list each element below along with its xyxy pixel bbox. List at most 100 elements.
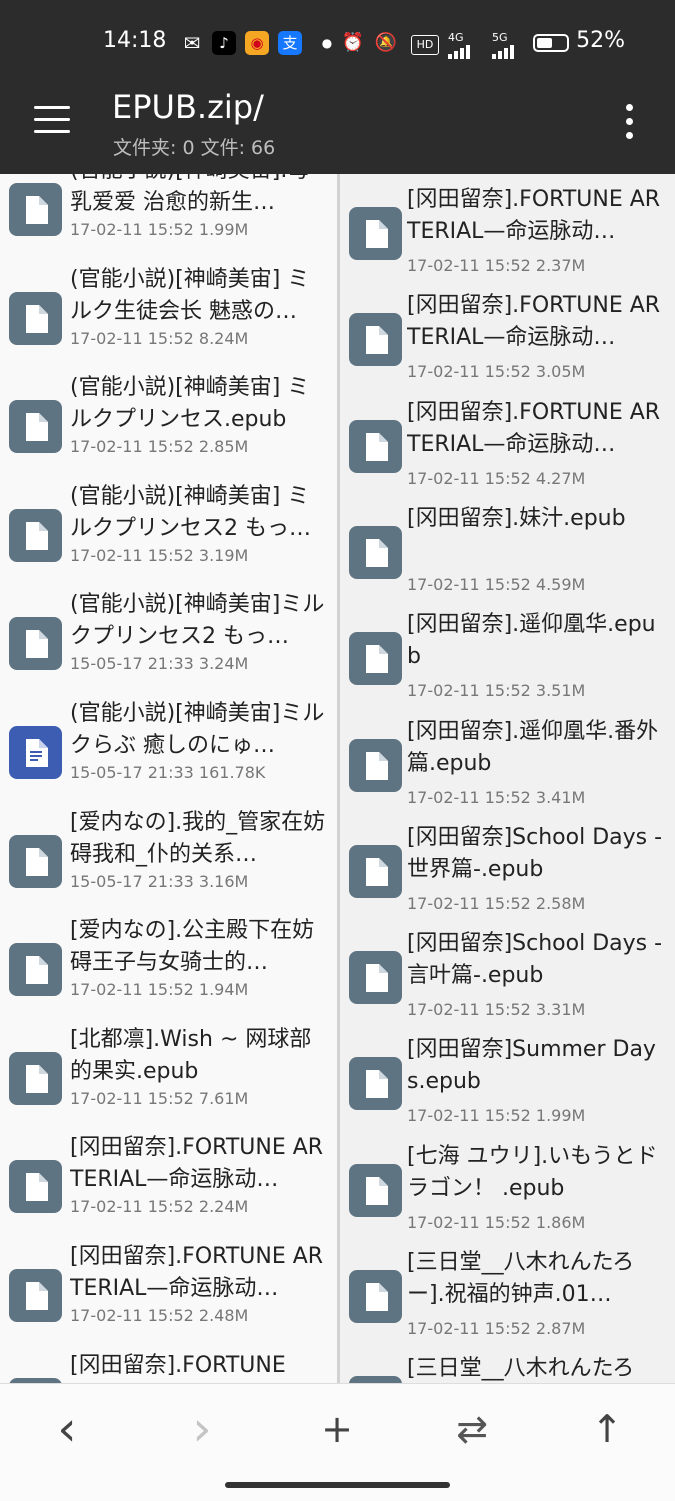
- file-item[interactable]: [冈田留奈].FORTUNE ARTERIAL—命运脉动… 17-02-11 15…: [340, 186, 675, 292]
- file-item[interactable]: [冈田留奈].遥仰凰华.epub 17-02-11 15:52 3.51M: [340, 611, 675, 717]
- file-meta: 17-02-11 15:52 3.31M: [407, 1000, 586, 1020]
- chevron-right-icon: ›: [192, 1401, 212, 1457]
- status-time: 14:18: [103, 28, 167, 53]
- file-icon: [349, 419, 402, 473]
- file-item[interactable]: [冈田留奈]Summer Days.epub 17-02-11 15:52 1.9…: [340, 1036, 675, 1142]
- file-item[interactable]: [爱内なの].公主殿下在妨碍王子与女骑士的… 17-02-11 15:52 1.9…: [0, 918, 337, 1028]
- file-meta: 15-05-17 21:33 3.24M: [70, 654, 249, 674]
- file-meta: 17-02-11 15:52 3.19M: [70, 545, 249, 565]
- file-meta: 17-02-11 15:52 2.37M: [407, 256, 586, 275]
- file-meta: 17-02-11 15:52 4.59M: [407, 574, 586, 594]
- more-options-button[interactable]: [620, 104, 640, 140]
- file-meta: 17-02-11 15:52 8.24M: [70, 328, 249, 348]
- file-icon: [349, 738, 402, 792]
- file-icon: [9, 183, 62, 236]
- back-button[interactable]: ‹: [37, 1404, 97, 1454]
- file-icon: [349, 525, 402, 579]
- file-icon: [9, 1269, 62, 1322]
- file-meta: 17-02-11 15:52 2.58M: [407, 893, 586, 913]
- file-item[interactable]: [北都凛].Wish ~ 网球部的果实.epub 17-02-11 15:52 7…: [0, 1027, 337, 1137]
- file-meta: 17-02-11 15:52 3.41M: [407, 787, 586, 807]
- file-item[interactable]: [三日堂__八木れんたろー].祝福的钟声.01… 17-02-11 15:52 2…: [340, 1249, 675, 1355]
- file-name: (官能小説)[神崎美宙] ミルク生徒会长 魅惑の…: [70, 266, 310, 324]
- file-item[interactable]: [冈田留奈].FORTUNE ARTERIAL—命运脉动… 17-02-11 15…: [340, 292, 675, 398]
- file-item[interactable]: [冈田留奈]School Days -言叶篇-.epub 17-02-11 15:…: [340, 930, 675, 1036]
- bottom-toolbar: ‹ › + ⇄ ↑: [0, 1383, 675, 1501]
- file-name: [冈田留奈].妹汁.epub: [407, 505, 626, 531]
- alipay-icon: 支: [278, 31, 302, 55]
- file-name: (官能小説)[神崎美宙]ミルクらぶ 癒しのにゅ…: [70, 701, 325, 758]
- forward-button[interactable]: ›: [172, 1404, 232, 1454]
- plus-icon: +: [321, 1407, 353, 1451]
- home-indicator[interactable]: [225, 1482, 450, 1488]
- file-icon: [9, 943, 62, 997]
- page-title: EPUB.zip/: [112, 88, 264, 126]
- file-item[interactable]: [冈田留奈].FORTUNE ARTERIAL—命运脉动… 17-02-11 15…: [0, 1244, 337, 1354]
- menu-button[interactable]: [34, 106, 70, 134]
- chevron-left-icon: ‹: [57, 1401, 77, 1457]
- file-icon: [9, 508, 62, 562]
- file-name: [冈田留奈].遥仰凰华.番外篇.epub: [407, 718, 659, 776]
- file-icon: [9, 834, 62, 888]
- file-name: [冈田留奈].FORTUNE: [70, 1352, 286, 1378]
- tiktok-icon: ♪: [212, 31, 236, 55]
- right-file-list[interactable]: [冈田留奈].FORTUNE ARTERIAL—命运脉动… 17-02-11 15…: [340, 174, 675, 1383]
- status-bar: 14:18 ✉ ♪ ◉ 支 ● ⏰ 🔕 HD 4G 5G 52%: [0, 22, 675, 64]
- file-name: [冈田留奈].FORTUNE ARTERIAL—命运脉动…: [70, 1135, 324, 1193]
- file-item[interactable]: [冈田留奈].FORTUNE ARTERIAL—命运脉动… 17-02-11 15…: [0, 1135, 337, 1245]
- file-meta: 17-02-11 15:52 7.61M: [70, 1088, 249, 1108]
- file-item[interactable]: [七海 ユウリ].いもうとドラゴン！ .epub 17-02-11 15:52 1…: [340, 1143, 675, 1249]
- file-icon: [349, 951, 402, 1005]
- file-icon: [9, 1160, 62, 1214]
- file-name: [爱内なの].公主殿下在妨碍王子与女骑士的…: [70, 918, 315, 976]
- file-name: [七海 ユウリ].いもうとドラゴン！ .epub: [407, 1143, 658, 1201]
- add-button[interactable]: +: [307, 1404, 367, 1454]
- alarm-icon: ⏰: [341, 32, 365, 53]
- file-item[interactable]: (官能小説)[神崎美宙].母乳爱爱 治愈的新生… 17-02-11 15:52 1…: [0, 174, 337, 268]
- up-button[interactable]: ↑: [577, 1404, 637, 1454]
- file-item[interactable]: (官能小説)[神崎美宙] ミルクプリンセス2 もっ… 17-02-11 15:52…: [0, 484, 337, 594]
- file-item[interactable]: [爱内なの].我的_管家在妨碍我和_仆的关系… 15-05-17 21:33 3.…: [0, 810, 337, 920]
- file-item[interactable]: [三日堂__八木れんたろー].祝福的钟声.02: [340, 1355, 675, 1383]
- file-meta: 17-02-11 15:52 4.27M: [407, 468, 586, 488]
- signal-bars-4g: [448, 45, 470, 59]
- file-meta: 17-02-11 15:52 2.48M: [70, 1306, 249, 1325]
- file-meta: 15-05-17 21:33 161.78K: [70, 763, 266, 782]
- file-name: (官能小説)[神崎美宙] ミルクプリンセス2 もっ…: [70, 483, 311, 541]
- file-name: (官能小説)[神崎美宙]ミルクプリンセス2 もっ…: [70, 592, 325, 650]
- file-item[interactable]: [冈田留奈].遥仰凰华.番外篇.epub 17-02-11 15:52 3.41M: [340, 718, 675, 824]
- file-name: [三日堂__八木れんたろー].祝福的钟声.02: [407, 1356, 635, 1382]
- file-icon: [349, 1057, 402, 1111]
- file-name: [三日堂__八木れんたろー].祝福的钟声.01…: [407, 1250, 635, 1307]
- file-name: [冈田留奈].遥仰凰华.epub: [407, 612, 656, 670]
- file-name: [冈田留奈].FORTUNE ARTERIAL—命运脉动…: [407, 293, 661, 351]
- swap-button[interactable]: ⇄: [442, 1404, 502, 1454]
- file-name: [冈田留奈].FORTUNE ARTERIAL—命运脉动…: [407, 187, 661, 244]
- dot-icon: ●: [321, 36, 333, 50]
- file-item[interactable]: [冈田留奈].FORTUNE: [0, 1353, 337, 1383]
- weibo-icon: ◉: [245, 31, 269, 55]
- file-item[interactable]: (官能小説)[神崎美宙]ミルクプリンセス2 もっ… 15-05-17 21:33 …: [0, 592, 337, 702]
- file-name: [北都凛].Wish ~ 网球部的果实.epub: [70, 1026, 312, 1084]
- folder-file-count: 文件夹: 0 文件: 66: [113, 137, 276, 159]
- document-icon: [9, 726, 62, 779]
- battery-percent: 52%: [576, 28, 625, 53]
- file-item[interactable]: (官能小説)[神崎美宙] ミルクプリンセス.epub 17-02-11 15:52…: [0, 375, 337, 485]
- file-item[interactable]: [冈田留奈]School Days -世界篇-.epub 17-02-11 15:…: [340, 824, 675, 930]
- file-name: [冈田留奈].FORTUNE ARTERIAL—命运脉动…: [70, 1244, 324, 1301]
- file-icon: [349, 844, 402, 898]
- file-item[interactable]: [冈田留奈].FORTUNE ARTERIAL—命运脉动… 17-02-11 15…: [340, 399, 675, 505]
- file-icon: [9, 400, 62, 454]
- file-icon: [9, 1051, 62, 1105]
- file-meta: 15-05-17 21:33 3.16M: [70, 871, 249, 891]
- left-file-list[interactable]: (官能小説)[神崎美宙].母乳爱爱 治愈的新生… 17-02-11 15:52 1…: [0, 174, 337, 1383]
- file-item[interactable]: [冈田留奈].妹汁.epub 17-02-11 15:52 4.59M: [340, 505, 675, 611]
- file-name: (官能小説)[神崎美宙] ミルクプリンセス.epub: [70, 375, 310, 433]
- hd-icon: HD: [411, 35, 439, 55]
- signal-4g-icon: 4G: [448, 31, 480, 59]
- file-icon: [349, 313, 402, 367]
- file-meta: 17-02-11 15:52 2.85M: [70, 437, 249, 457]
- file-item[interactable]: (官能小説)[神崎美宙]ミルクらぶ 癒しのにゅ… 15-05-17 21:33 1…: [0, 701, 337, 811]
- file-item[interactable]: (官能小説)[神崎美宙] ミルク生徒会长 魅惑の… 17-02-11 15:52 …: [0, 267, 337, 377]
- file-meta: 17-02-11 15:52 1.94M: [70, 980, 249, 1000]
